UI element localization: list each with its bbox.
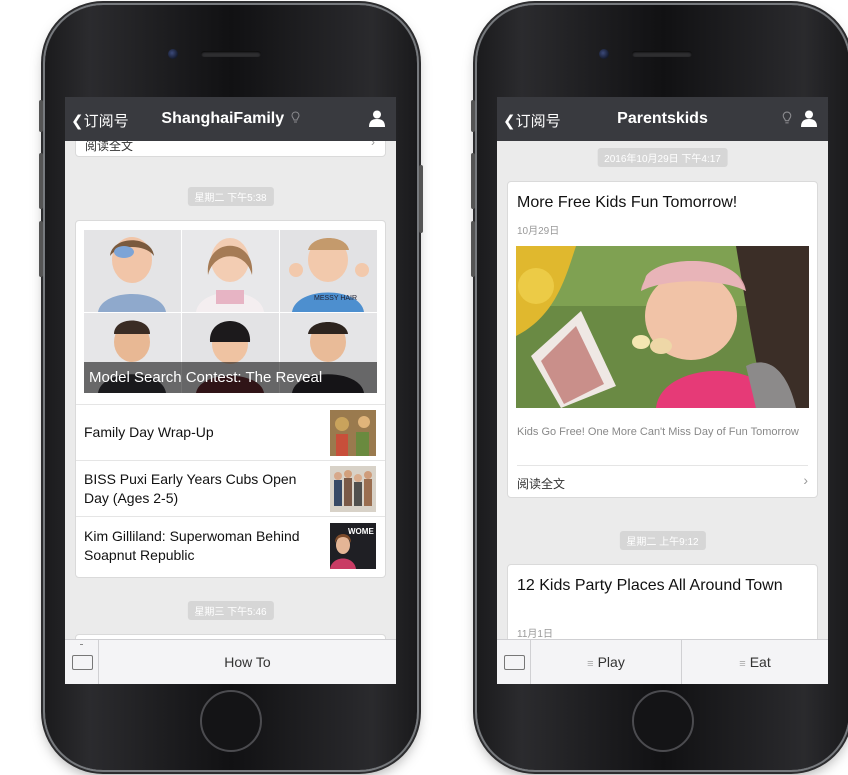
- article-item-3[interactable]: Kim Gilliland: Superwoman Behind Soapnut…: [76, 516, 385, 577]
- read-more-link[interactable]: 阅读全文: [85, 141, 133, 154]
- article-title: 12 Kids Party Places All Around Town: [517, 577, 783, 594]
- power-button: [419, 165, 423, 233]
- lightbulb-icon: [782, 111, 792, 124]
- menu-item-label: Eat: [749, 654, 771, 670]
- article-item-title: Kim Gilliland: Superwoman Behind Soapnut…: [84, 528, 300, 563]
- menu-list-icon: ≡: [739, 658, 746, 670]
- page-title: Parentskids: [617, 110, 708, 127]
- timestamp: 星期三 下午5:46: [187, 601, 274, 620]
- earpiece-speaker: [201, 51, 261, 57]
- page-title-text: ShanghaiFamily: [161, 110, 285, 127]
- chevron-right-icon: ›: [803, 472, 808, 488]
- mute-switch: [39, 100, 43, 132]
- article-date: 10月29日: [517, 226, 560, 237]
- menu-item-play[interactable]: ≡ Play: [531, 640, 682, 684]
- volume-down-button: [39, 221, 43, 277]
- page-title: ShanghaiFamily: [65, 110, 396, 128]
- divider: [80, 644, 83, 648]
- article-item-title: BISS Puxi Early Years Cubs Open Day (Age…: [84, 471, 297, 506]
- article-title: More Free Kids Fun Tomorrow!: [517, 194, 738, 211]
- article-date: 11月1日: [517, 629, 553, 640]
- article-cover: [516, 246, 809, 408]
- article-thumbnail: WOME: [330, 523, 376, 569]
- article-card[interactable]: More Free Kids Fun Tomorrow! 10月29日 Kids…: [507, 181, 818, 498]
- phone-left: ❮订阅号 ShanghaiFamily 阅读全文 › 星期二 下午5:38 ME…: [39, 5, 423, 770]
- previous-article-card[interactable]: 阅读全文 ›: [75, 141, 386, 157]
- chat-feed: 2016年10月29日 下午4:17 More Free Kids Fun To…: [497, 141, 828, 640]
- svg-text:MESSY HAIR: MESSY HAIR: [314, 295, 357, 302]
- keyboard-icon: [72, 655, 93, 670]
- earpiece-speaker: [632, 51, 692, 57]
- article-summary: Kids Go Free! One More Can't Miss Day of…: [517, 426, 799, 438]
- chat-feed: 阅读全文 › 星期二 下午5:38 MESSY HAIR Model Searc…: [65, 141, 396, 640]
- menu-bar: ≡ Play ≡ Eat: [497, 639, 828, 684]
- front-camera: [599, 49, 609, 59]
- timestamp: 星期二 下午5:38: [187, 187, 274, 206]
- article-card[interactable]: 12 Kids Party Places All Around Town 11月…: [507, 564, 818, 640]
- home-button: [632, 690, 694, 752]
- timestamp: 2016年10月29日 下午4:17: [597, 148, 728, 167]
- user-profile-icon[interactable]: [368, 109, 386, 127]
- volume-up-button: [471, 153, 475, 209]
- volume-down-button: [471, 221, 475, 277]
- article-thumbnail: [330, 410, 376, 456]
- timestamp: 星期二 上午9:12: [619, 531, 706, 550]
- menu-list-icon: ≡: [587, 658, 594, 670]
- volume-up-button: [39, 153, 43, 209]
- read-more-link: 阅读全文: [517, 477, 566, 491]
- article-item-title: Family Day Wrap-Up: [84, 424, 214, 440]
- user-profile-icon[interactable]: [800, 109, 818, 127]
- article-item-1[interactable]: Family Day Wrap-Up: [76, 404, 385, 461]
- screen: ❮订阅号 Parentskids 2016年10月29日 下午4:17 More…: [497, 97, 828, 684]
- menu-item-how-to[interactable]: How To: [99, 640, 396, 684]
- read-more-row[interactable]: 阅读全文 ›: [517, 465, 808, 496]
- menu-bar: How To: [65, 639, 396, 684]
- menu-item-label: Play: [597, 654, 625, 670]
- navbar: ❮订阅号 ShanghaiFamily: [65, 97, 396, 141]
- home-button: [200, 690, 262, 752]
- chevron-right-icon: ›: [371, 141, 375, 149]
- article-item-2[interactable]: BISS Puxi Early Years Cubs Open Day (Age…: [76, 460, 385, 517]
- person-photo: [330, 534, 356, 569]
- phone-right: ❮订阅号 Parentskids 2016年10月29日 下午4:17 More…: [471, 5, 848, 770]
- main-article-cover[interactable]: MESSY HAIR Model Search Contest: The Rev…: [84, 230, 377, 393]
- keyboard-icon: [504, 655, 525, 670]
- main-article-title: Model Search Contest: The Reveal: [89, 369, 323, 386]
- front-camera: [168, 49, 178, 59]
- keyboard-toggle[interactable]: [65, 640, 99, 684]
- article-thumbnail: [330, 466, 376, 512]
- screen: ❮订阅号 ShanghaiFamily 阅读全文 › 星期二 下午5:38 ME…: [65, 97, 396, 684]
- keyboard-toggle[interactable]: [497, 640, 531, 684]
- lightbulb-icon: [291, 111, 300, 123]
- article-group-card: MESSY HAIR Model Search Contest: The Rev…: [75, 220, 386, 578]
- mute-switch: [471, 100, 475, 132]
- menu-item-eat[interactable]: ≡ Eat: [682, 640, 828, 684]
- navbar: ❮订阅号 Parentskids: [497, 97, 828, 141]
- child-reading-image: [516, 246, 809, 408]
